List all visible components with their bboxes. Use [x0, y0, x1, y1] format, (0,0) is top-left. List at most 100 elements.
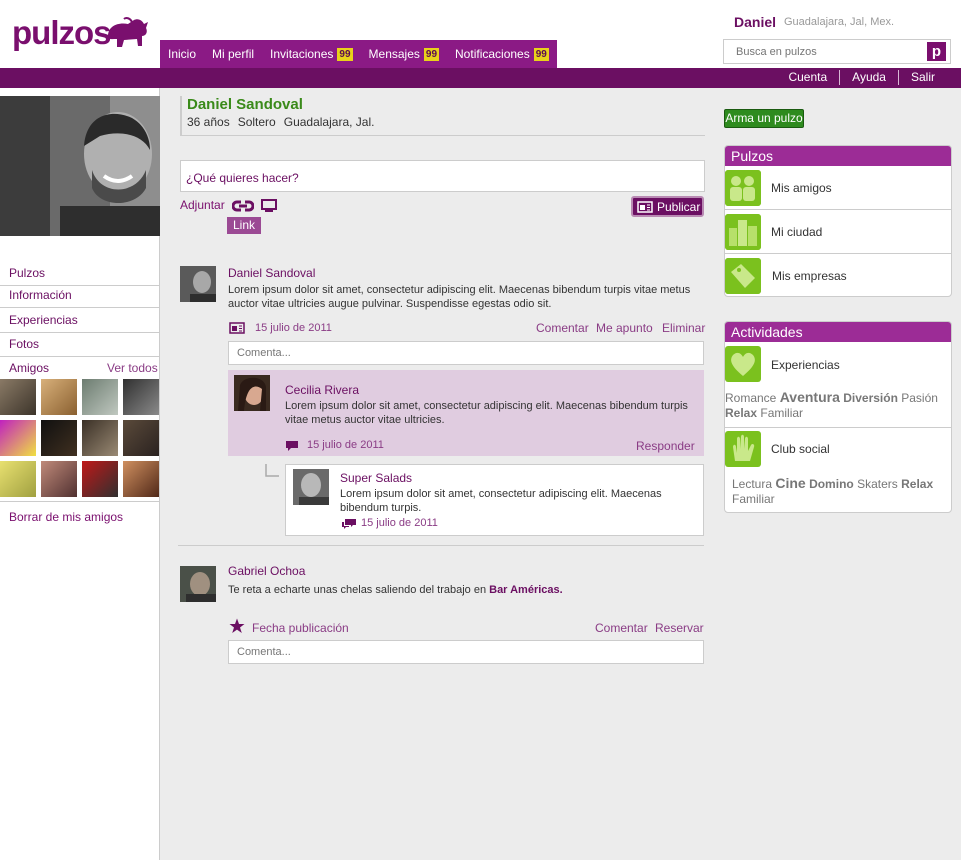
divider	[725, 427, 951, 428]
friend-avatar[interactable]	[82, 379, 118, 415]
mis-empresas-label: Mis empresas	[772, 269, 847, 283]
comment-author-name[interactable]: Cecilia Rivera	[285, 383, 359, 397]
tag[interactable]: Lectura	[732, 477, 772, 491]
comment-text: Lorem ipsum dolor sit amet, consectetur …	[285, 400, 688, 426]
divider	[0, 501, 159, 502]
publish-button[interactable]: Publicar	[631, 196, 704, 217]
friend-avatar[interactable]	[123, 461, 159, 497]
nav-mi-perfil[interactable]: Mi perfil	[204, 40, 262, 68]
user-location: Guadalajara, Jal, Mex.	[784, 16, 895, 28]
menu-fotos[interactable]: Fotos	[0, 333, 159, 357]
reply-link[interactable]: Responder	[636, 439, 695, 453]
nav-label: Mensajes	[368, 47, 420, 61]
tag[interactable]: Pasión	[901, 391, 938, 405]
chat-icon	[342, 519, 356, 529]
arma-pulzo-button[interactable]: Arma un pulzo	[724, 109, 804, 128]
profile-city: Guadalajara, Jal.	[283, 115, 375, 129]
nav-label: Invitaciones	[270, 47, 334, 61]
tag[interactable]: Romance	[725, 391, 776, 405]
comment-input[interactable]: Comenta...	[228, 640, 704, 664]
post-divider	[178, 545, 704, 546]
reserve-link[interactable]: Reservar	[655, 621, 704, 635]
profile-name: Daniel Sandoval	[187, 96, 303, 113]
friend-avatar[interactable]	[0, 379, 36, 415]
speech-bubble-icon	[286, 441, 298, 451]
me-apunto-link[interactable]: Me apunto	[596, 321, 653, 335]
post-text-prefix: Te reta a echarte unas chelas saliendo d…	[228, 584, 487, 596]
friend-avatar[interactable]	[123, 379, 159, 415]
link-tooltip: Link	[227, 217, 261, 234]
user-name[interactable]: Daniel	[734, 14, 776, 30]
post-author-name[interactable]: Gabriel Ochoa	[228, 564, 305, 578]
post-author-avatar[interactable]	[180, 266, 216, 302]
tag[interactable]: Aventura	[780, 389, 840, 405]
friend-avatar[interactable]	[41, 461, 77, 497]
tag[interactable]: Cine	[775, 475, 805, 491]
logo-text: pulzos	[12, 14, 111, 51]
see-all-friends-link[interactable]: Ver todos	[107, 361, 158, 375]
place-link[interactable]: Bar Américas.	[489, 584, 563, 596]
friends-label[interactable]: Amigos	[9, 361, 49, 375]
experiencias-label[interactable]: Experiencias	[771, 358, 840, 372]
link-salir[interactable]: Salir	[897, 70, 947, 85]
profile-age: 36 años	[187, 115, 230, 129]
screen-icon[interactable]	[261, 199, 277, 212]
hand-icon[interactable]	[725, 431, 761, 467]
delete-link[interactable]: Eliminar	[662, 321, 705, 335]
main-nav: Inicio Mi perfil Invitaciones 99 Mensajes…	[160, 40, 557, 68]
link-icon[interactable]	[232, 197, 254, 215]
tag[interactable]: Relax	[725, 406, 757, 420]
count-badge: 99	[423, 47, 440, 61]
post-author-avatar[interactable]	[180, 566, 216, 602]
tag[interactable]: Diversión	[843, 391, 898, 405]
search-box: p	[723, 39, 951, 64]
nav-inicio[interactable]: Inicio	[160, 40, 204, 68]
friend-avatar[interactable]	[0, 420, 36, 456]
comment-date: 15 julio de 2011	[307, 439, 384, 451]
friend-avatar[interactable]	[82, 461, 118, 497]
tag[interactable]: Domino	[809, 477, 854, 491]
link-ayuda[interactable]: Ayuda	[839, 70, 898, 85]
publish-date-label: Fecha publicación	[252, 621, 349, 635]
reply-author-avatar[interactable]	[293, 469, 329, 505]
tag[interactable]: Familiar	[732, 492, 775, 506]
reply-author-name[interactable]: Super Salads	[340, 471, 412, 485]
comment-author-avatar[interactable]	[234, 375, 270, 411]
calendar-icon	[229, 322, 245, 334]
reply-connector-icon	[265, 464, 279, 477]
status-input[interactable]: ¿Qué quieres hacer?	[180, 160, 705, 192]
friend-avatar[interactable]	[123, 420, 159, 456]
tag[interactable]: Familiar	[760, 406, 803, 420]
comment-link[interactable]: Comentar	[536, 321, 589, 335]
post-author-name[interactable]: Daniel Sandoval	[228, 266, 315, 280]
menu-experiencias[interactable]: Experiencias	[0, 309, 159, 333]
comment-link[interactable]: Comentar	[595, 621, 648, 635]
profile-photo[interactable]	[0, 96, 160, 236]
friend-avatar[interactable]	[82, 420, 118, 456]
nav-invitaciones[interactable]: Invitaciones 99	[262, 40, 361, 68]
search-button[interactable]: p	[927, 42, 946, 61]
logo[interactable]: pulzos	[12, 14, 152, 58]
club-social-label[interactable]: Club social	[771, 442, 830, 456]
comment-input[interactable]: Comenta...	[228, 341, 704, 365]
menu-informacion[interactable]: Información	[0, 284, 159, 308]
friend-avatar[interactable]	[41, 420, 77, 456]
menu-pulzos[interactable]: Pulzos	[0, 262, 159, 286]
tag[interactable]: Skaters	[857, 477, 898, 491]
mis-empresas-item[interactable]: Mis empresas	[725, 254, 951, 296]
delete-friends-link[interactable]: Borrar de mis amigos	[9, 510, 123, 524]
nav-label: Notificaciones	[455, 47, 530, 61]
search-input[interactable]	[724, 40, 924, 63]
tag[interactable]: Relax	[901, 477, 933, 491]
nav-label: Inicio	[168, 47, 197, 61]
friend-avatar[interactable]	[41, 379, 77, 415]
link-cuenta[interactable]: Cuenta	[776, 70, 839, 85]
mi-ciudad-item[interactable]: Mi ciudad	[725, 210, 951, 254]
friend-avatar[interactable]	[0, 461, 36, 497]
heart-icon[interactable]	[725, 346, 761, 382]
top-links: Cuenta Ayuda Salir	[776, 70, 947, 85]
profile-header: Daniel Sandoval 36 años Soltero Guadalajar…	[180, 96, 705, 136]
nav-mensajes[interactable]: Mensajes 99	[361, 40, 447, 68]
nav-notificaciones[interactable]: Notificaciones 99	[447, 40, 557, 68]
mis-amigos-item[interactable]: Mis amigos	[725, 166, 951, 210]
